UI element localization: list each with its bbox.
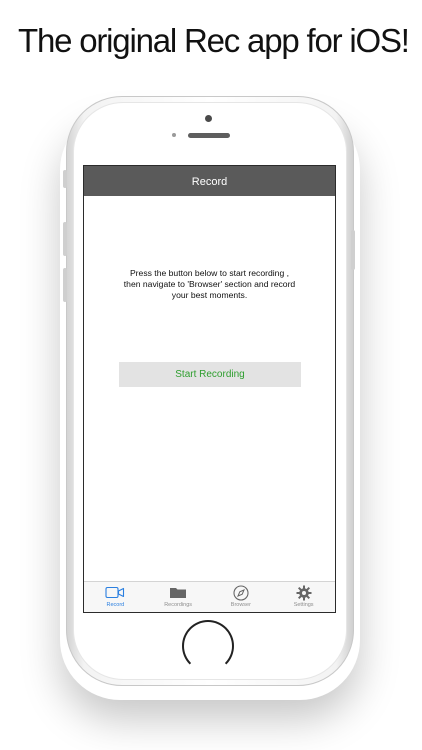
tab-bar: Record Recordings Browser Settings — [84, 581, 335, 612]
gear-icon — [294, 585, 314, 600]
tab-browser-label: Browser — [230, 602, 251, 608]
home-button[interactable] — [182, 620, 234, 672]
tab-recordings[interactable]: Recordings — [147, 582, 209, 608]
tab-recordings-label: Recordings — [164, 602, 193, 608]
video-camera-icon — [105, 585, 125, 600]
start-recording-button[interactable]: Start Recording — [119, 362, 301, 387]
tab-settings-label: Settings — [293, 602, 314, 608]
tab-settings[interactable]: Settings — [273, 582, 335, 608]
phone-volume-up — [63, 222, 67, 256]
tab-record[interactable]: Record — [84, 582, 146, 608]
phone-screen: Record Press the button below to start r… — [83, 165, 336, 613]
front-camera — [205, 115, 212, 122]
promo-headline: The original Rec app for iOS! — [18, 22, 410, 59]
app-store-screenshot: The original Rec app for iOS! Record Pre… — [0, 0, 422, 750]
compass-icon — [231, 584, 251, 601]
navigation-bar: Record — [84, 166, 335, 196]
phone-power-button — [351, 230, 355, 270]
instructions-text: Press the button below to start recordin… — [123, 268, 296, 300]
tab-browser[interactable]: Browser — [210, 582, 272, 608]
phone-volume-down — [63, 268, 67, 302]
earpiece-speaker — [188, 133, 230, 138]
navbar-title: Record — [191, 176, 228, 188]
tab-record-label: Record — [106, 602, 125, 608]
phone-silent-switch — [63, 170, 67, 188]
proximity-sensor — [172, 133, 176, 137]
folder-icon — [168, 585, 188, 600]
